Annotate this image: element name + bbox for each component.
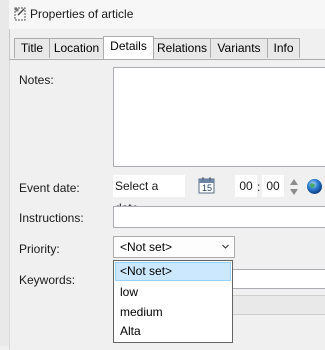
tab-relations[interactable]: Relations [153,38,211,58]
notes-label: Notes: [19,73,54,87]
instructions-field[interactable] [113,206,325,228]
time-spinner[interactable] [289,178,299,196]
tab-location[interactable]: Location [49,38,104,58]
article-pin-icon [14,7,26,21]
tab-variants[interactable]: Variants [210,38,268,58]
priority-option-not-set[interactable]: <Not set> [115,262,231,281]
priority-option-low[interactable]: low [115,283,231,302]
tab-strip: Title Location Details Relations Variant… [9,36,325,60]
time-minutes-field[interactable]: 00 [262,175,284,197]
priority-label: Priority: [19,242,60,256]
keywords-field[interactable] [232,269,325,289]
notes-textarea[interactable] [113,67,325,167]
time-separator: : [257,180,261,194]
spin-down-icon[interactable] [290,189,298,195]
event-date-label: Event date: [19,181,80,195]
calendar-day: 15 [201,183,212,193]
time-hours-field[interactable]: 00 [235,175,257,197]
tab-title[interactable]: Title [14,38,50,58]
spin-up-icon[interactable] [290,179,298,185]
chevron-down-icon [222,244,229,249]
instructions-label: Instructions: [19,211,84,225]
tab-details[interactable]: Details [103,36,154,59]
tab-info[interactable]: Info [267,38,300,58]
keywords-list[interactable] [232,295,325,315]
keywords-label: Keywords: [19,273,76,287]
globe-icon[interactable] [306,178,323,195]
priority-option-medium[interactable]: medium [115,303,231,322]
priority-combobox-value: <Not set> [120,240,173,254]
event-date-picker[interactable]: Select a date [113,175,185,215]
priority-option-alta[interactable]: Alta [115,322,231,341]
priority-dropdown-list: <Not set> low medium Alta [113,260,233,343]
priority-combobox[interactable]: <Not set> [113,236,235,258]
window-title: Properties of article [30,7,134,21]
